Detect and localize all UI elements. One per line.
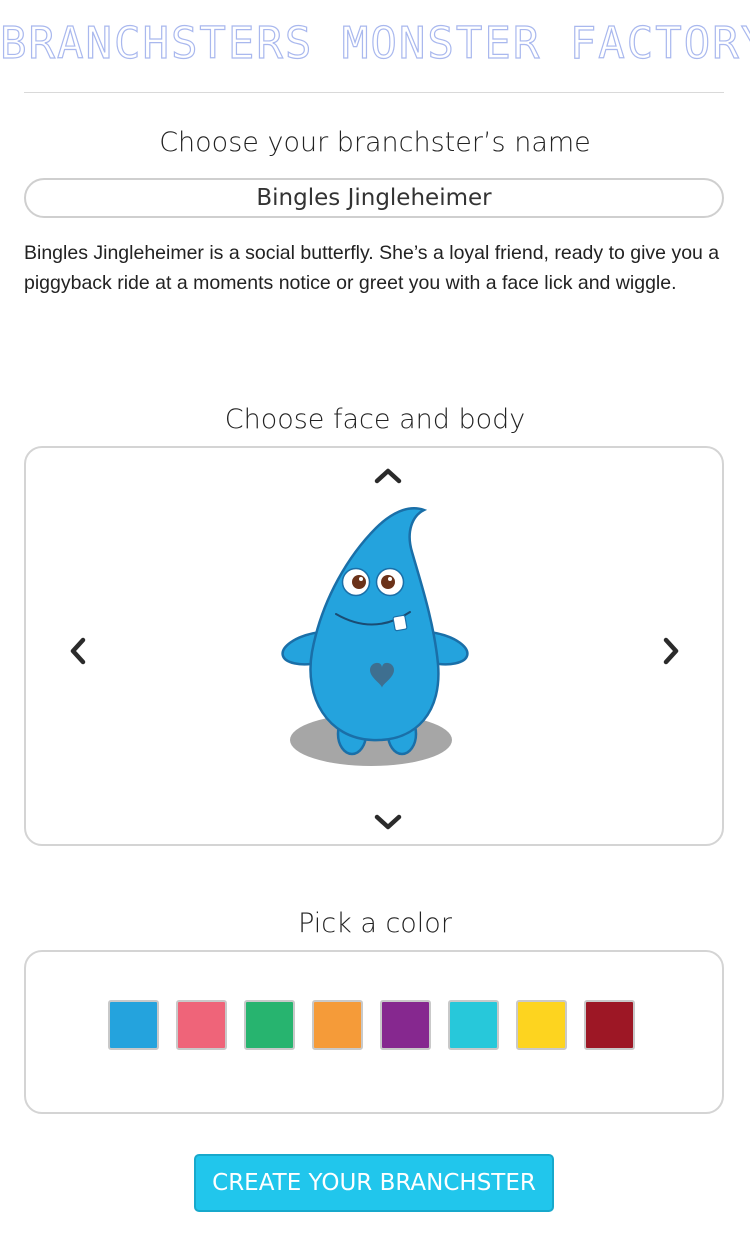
color-swatch[interactable] [584,1000,635,1050]
color-swatch[interactable] [108,1000,159,1050]
color-swatch[interactable] [448,1000,499,1050]
face-section-title: Choose face and body [224,404,526,435]
color-swatch[interactable] [380,1000,431,1050]
chevron-up-icon[interactable] [373,460,403,490]
app-logo: BRANCHSTERS MONSTER FACTORY [0,17,750,69]
color-swatch[interactable] [244,1000,295,1050]
color-swatch[interactable] [516,1000,567,1050]
monster-name-input[interactable] [24,178,724,218]
chevron-right-icon[interactable] [657,636,687,666]
chevron-left-icon[interactable] [62,636,92,666]
color-picker [24,950,724,1114]
header-divider [24,92,724,93]
name-section-title: Choose your branchster’s name [159,127,591,158]
color-section-title: Pick a color [298,908,452,939]
color-swatch-list [108,1000,635,1050]
create-branchster-button[interactable]: CREATE YOUR BRANCHSTER [194,1154,554,1212]
color-swatch[interactable] [176,1000,227,1050]
monster-description: Bingles Jingleheimer is a social butterf… [24,242,720,294]
monster-preview [281,507,469,766]
face-body-selector [24,446,724,846]
chevron-down-icon[interactable] [373,808,403,838]
color-swatch[interactable] [312,1000,363,1050]
